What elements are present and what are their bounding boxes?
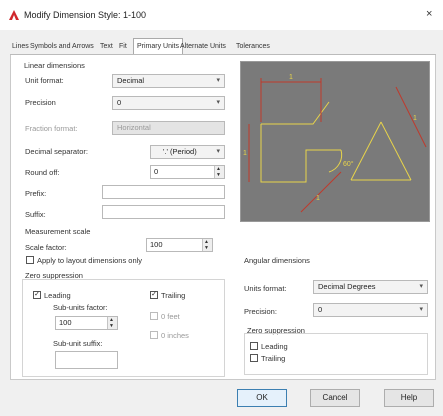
decimal-separator-value: '.' (Period) xyxy=(163,147,197,156)
precision-value: 0 xyxy=(117,98,122,107)
unit-format-label: Unit format: xyxy=(25,76,64,85)
prefix-input[interactable] xyxy=(102,185,225,199)
angular-group-label: Angular dimensions xyxy=(244,256,310,265)
decimal-separator-label: Decimal separator: xyxy=(25,147,88,156)
chevron-down-icon: ▾ xyxy=(419,306,423,313)
prefix-label: Prefix: xyxy=(25,189,47,198)
tab-text[interactable]: Text xyxy=(100,40,113,54)
preview-canvas: 1 1 1 1 60° xyxy=(240,61,430,222)
angular-units-format-label: Units format: xyxy=(244,284,287,293)
angular-precision-value: 0 xyxy=(318,305,323,314)
preview-angle: 60° xyxy=(343,160,354,168)
preview-dim-bottom-left: 1 xyxy=(316,195,320,202)
unit-format-value: Decimal xyxy=(117,76,145,85)
sub-units-factor-spinner[interactable]: 100 ▲ ▼ xyxy=(55,316,118,330)
angular-leading-checkbox[interactable] xyxy=(250,342,258,350)
scale-factor-value: 100 xyxy=(150,240,163,249)
inches-checkbox xyxy=(150,331,158,339)
sub-units-factor-label: Sub-units factor: xyxy=(53,303,108,312)
leading-label: Leading xyxy=(44,291,71,300)
scale-factor-spinner[interactable]: 100 ▲ ▼ xyxy=(146,238,213,252)
leading-checkbox[interactable]: ✓ xyxy=(33,291,41,299)
window-title: Modify Dimension Style: 1-100 xyxy=(24,10,147,20)
close-icon[interactable]: × xyxy=(426,8,432,20)
inches-label: 0 inches xyxy=(161,331,189,340)
tab-tolerances[interactable]: Tolerances xyxy=(236,40,270,54)
angular-leading-label: Leading xyxy=(261,342,288,351)
precision-label: Precision xyxy=(25,98,56,107)
chevron-down-icon: ▾ xyxy=(216,99,220,106)
tab-primary-units[interactable]: Primary Units xyxy=(133,38,184,55)
round-off-spinner[interactable]: 0 ▲ ▼ xyxy=(150,165,225,179)
help-button[interactable]: Help xyxy=(384,389,434,407)
sub-unit-suffix-label: Sub-unit suffix: xyxy=(53,339,103,348)
autocad-app-icon xyxy=(9,10,19,20)
unit-format-select[interactable]: Decimal ▾ xyxy=(112,74,225,88)
preview-dim-left: 1 xyxy=(243,150,247,157)
fraction-format-select: Horizontal xyxy=(112,121,225,135)
spinner-buttons[interactable]: ▲ ▼ xyxy=(202,239,212,251)
tab-alternate-units[interactable]: Alternate Units xyxy=(180,40,226,54)
tab-lines[interactable]: Lines xyxy=(12,40,29,54)
sub-units-factor-value: 100 xyxy=(59,318,72,327)
decimal-separator-select[interactable]: '.' (Period) ▾ xyxy=(150,145,225,159)
angular-trailing-checkbox[interactable] xyxy=(250,354,258,362)
angular-trailing-label: Trailing xyxy=(261,354,286,363)
preview-dim-right: 1 xyxy=(413,115,417,122)
angular-precision-label: Precision: xyxy=(244,307,277,316)
apply-layout-label: Apply to layout dimensions only xyxy=(37,256,143,265)
tab-symbols-arrows[interactable]: Symbols and Arrows xyxy=(30,40,94,54)
sub-unit-suffix-input[interactable] xyxy=(55,351,118,369)
angular-units-format-select[interactable]: Decimal Degrees ▾ xyxy=(313,280,428,294)
preview-drawing: 1 1 1 1 60° xyxy=(243,74,427,213)
angular-units-format-value: Decimal Degrees xyxy=(318,282,376,291)
tab-fit[interactable]: Fit xyxy=(119,40,127,54)
chevron-down-icon: ▾ xyxy=(419,283,423,290)
preview-dim-top: 1 xyxy=(289,74,293,81)
angular-precision-select[interactable]: 0 ▾ xyxy=(313,303,428,317)
measurement-group-label: Measurement scale xyxy=(25,227,91,236)
feet-label: 0 feet xyxy=(161,312,180,321)
fraction-format-value: Horizontal xyxy=(117,123,151,132)
suffix-label: Suffix: xyxy=(25,210,46,219)
feet-checkbox xyxy=(150,312,158,320)
scale-factor-label: Scale factor: xyxy=(25,243,67,252)
linear-group-label: Linear dimensions xyxy=(24,61,85,70)
fraction-format-label: Fraction format: xyxy=(25,124,78,133)
spinner-buttons[interactable]: ▲ ▼ xyxy=(107,317,117,329)
cancel-button[interactable]: Cancel xyxy=(310,389,360,407)
chevron-down-icon: ▾ xyxy=(216,148,220,155)
ok-button[interactable]: OK xyxy=(237,389,287,407)
tab-bar: Lines Symbols and Arrows Text Fit Primar… xyxy=(10,38,436,55)
precision-select[interactable]: 0 ▾ xyxy=(112,96,225,110)
apply-layout-checkbox[interactable] xyxy=(26,256,34,264)
spinner-buttons[interactable]: ▲ ▼ xyxy=(214,166,224,178)
chevron-down-icon: ▾ xyxy=(216,77,220,84)
round-off-value: 0 xyxy=(154,167,159,176)
trailing-checkbox[interactable]: ✓ xyxy=(150,291,158,299)
suffix-input[interactable] xyxy=(102,205,225,219)
trailing-label: Trailing xyxy=(161,291,186,300)
round-off-label: Round off: xyxy=(25,168,60,177)
